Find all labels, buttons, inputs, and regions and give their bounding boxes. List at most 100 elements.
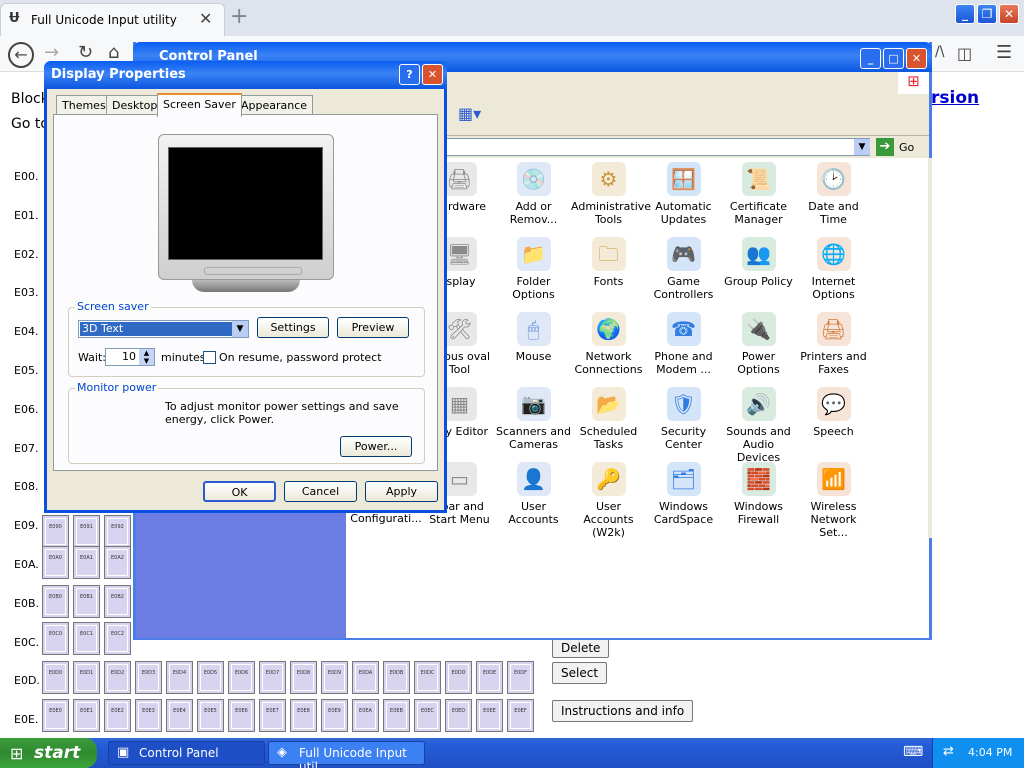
unicode-cell[interactable]: E0DD: [445, 661, 472, 694]
unicode-cell[interactable]: E0DF: [507, 661, 534, 694]
delete-button[interactable]: Delete: [552, 638, 610, 658]
cp-item[interactable]: 🪟 Automatic Updates: [646, 162, 721, 226]
cp-item[interactable]: 🧱 Windows Firewall: [721, 462, 796, 526]
cp-item[interactable]: ⚙ Administrative Tools: [571, 162, 651, 226]
unicode-cell[interactable]: E0D5: [197, 661, 224, 694]
cp-item[interactable]: 🖱 Mouse: [496, 312, 571, 363]
unicode-cell[interactable]: E0A1: [73, 546, 100, 579]
unicode-cell[interactable]: E0D0: [42, 661, 69, 694]
forward-icon[interactable]: →: [44, 42, 59, 63]
cp-item[interactable]: 🔌 Power Options: [721, 312, 796, 376]
cp-item[interactable]: 💿 Add or Remov...: [496, 162, 571, 226]
screensaver-select[interactable]: 3D Text ▼: [78, 320, 249, 338]
cp-item[interactable]: 💬 Speech: [796, 387, 871, 438]
reload-icon[interactable]: ↻: [78, 42, 93, 63]
minimize-icon[interactable]: _: [955, 4, 975, 24]
cp-close-icon[interactable]: ✕: [906, 48, 927, 69]
taskbar-unicode-utility[interactable]: ◈ Full Unicode Input util...: [268, 741, 425, 774]
unicode-cell[interactable]: E0D9: [321, 661, 348, 694]
cp-item[interactable]: 🎮 Game Controllers: [646, 237, 721, 301]
preview-button[interactable]: Preview: [337, 317, 409, 338]
cp-item[interactable]: 🕑 Date and Time: [796, 162, 871, 226]
select-button[interactable]: Select: [552, 662, 608, 684]
tab-appearance[interactable]: Appearance: [235, 95, 314, 115]
views-icon[interactable]: ▦▾: [458, 104, 481, 123]
tab-screen-saver[interactable]: Screen Saver: [157, 93, 242, 117]
unicode-cell[interactable]: E0E1: [73, 699, 100, 732]
unicode-cell[interactable]: E0D1: [73, 661, 100, 694]
sidebar-icon[interactable]: ◫: [957, 44, 972, 63]
cp-item[interactable]: 📂 Scheduled Tasks: [571, 387, 646, 451]
help-icon[interactable]: ?: [399, 64, 420, 85]
unicode-cell[interactable]: E0B0: [42, 585, 69, 618]
menu-icon[interactable]: ☰: [996, 42, 1012, 63]
unicode-cell[interactable]: E0C0: [42, 622, 69, 655]
unicode-cell[interactable]: E0E8: [290, 699, 317, 732]
cp-item[interactable]: 🗀 Fonts: [571, 237, 646, 288]
cp-item[interactable]: 🔑 User Accounts (W2k): [571, 462, 646, 539]
cp-item[interactable]: 📶 Wireless Network Set...: [796, 462, 871, 539]
browser-tab[interactable]: Ʉ Full Unicode Input utility ✕: [0, 3, 225, 36]
unicode-cell[interactable]: E0DE: [476, 661, 503, 694]
cp-item[interactable]: 📁 Folder Options: [496, 237, 571, 301]
unicode-cell[interactable]: E0DA: [352, 661, 379, 694]
tab-themes[interactable]: Themes: [56, 95, 112, 115]
tab-close-icon[interactable]: ✕: [199, 9, 212, 28]
home-icon[interactable]: ⌂: [108, 42, 119, 63]
keyboard-icon[interactable]: ⌨: [903, 744, 923, 760]
tab-desktop[interactable]: Desktop: [106, 95, 164, 115]
unicode-cell[interactable]: E090: [42, 515, 69, 548]
cp-item[interactable]: ☎ Phone and Modem ...: [646, 312, 721, 376]
unicode-cell[interactable]: E0D4: [166, 661, 193, 694]
cp-item[interactable]: 🌐 Internet Options: [796, 237, 871, 301]
unicode-cell[interactable]: E0A0: [42, 546, 69, 579]
unicode-cell[interactable]: E0B2: [104, 585, 131, 618]
cp-item[interactable]: 📜 Certificate Manager: [721, 162, 796, 226]
cp-item[interactable]: 🗂 Windows CardSpace: [646, 462, 721, 526]
unicode-cell[interactable]: E0E4: [166, 699, 193, 732]
unicode-cell[interactable]: E0EC: [414, 699, 441, 732]
unicode-cell[interactable]: E0A2: [104, 546, 131, 579]
back-icon[interactable]: ←: [8, 42, 34, 68]
new-tab-icon[interactable]: +: [230, 4, 248, 29]
unicode-cell[interactable]: E0EA: [352, 699, 379, 732]
start-button[interactable]: ⊞ start: [0, 738, 97, 768]
ok-button[interactable]: OK: [203, 481, 276, 502]
wait-spinner-icon[interactable]: ▲ ▼: [139, 349, 154, 365]
unicode-cell[interactable]: E0C2: [104, 622, 131, 655]
unicode-cell[interactable]: E0E2: [104, 699, 131, 732]
cp-item-partial[interactable]: Configurati...: [346, 512, 426, 525]
unicode-cell[interactable]: E0D3: [135, 661, 162, 694]
cancel-button[interactable]: Cancel: [284, 481, 357, 502]
cp-maximize-icon[interactable]: □: [883, 48, 904, 69]
cp-address-dropdown-icon[interactable]: ▼: [854, 139, 870, 155]
unicode-cell[interactable]: E0ED: [445, 699, 472, 732]
unicode-cell[interactable]: E0DC: [414, 661, 441, 694]
unicode-cell[interactable]: E0E3: [135, 699, 162, 732]
cp-item[interactable]: 🔊 Sounds and Audio Devices: [721, 387, 796, 464]
cp-minimize-icon[interactable]: _: [860, 48, 881, 69]
unicode-cell[interactable]: E0B1: [73, 585, 100, 618]
cp-item[interactable]: 👤 User Accounts: [496, 462, 571, 526]
dialog-titlebar[interactable]: Display Properties: [44, 61, 447, 89]
unicode-cell[interactable]: E0DB: [383, 661, 410, 694]
cp-item[interactable]: 🛡 Security Center: [646, 387, 721, 451]
unicode-cell[interactable]: E0EB: [383, 699, 410, 732]
go-label[interactable]: Go: [899, 141, 914, 154]
cp-item[interactable]: 👥 Group Policy: [721, 237, 796, 288]
unicode-cell[interactable]: E0D6: [228, 661, 255, 694]
go-arrow-icon[interactable]: ➔: [876, 138, 894, 156]
dropdown-arrow-icon[interactable]: ▼: [232, 321, 248, 337]
unicode-cell[interactable]: E0C1: [73, 622, 100, 655]
version-link[interactable]: rsion: [931, 88, 979, 108]
unicode-cell[interactable]: E092: [104, 515, 131, 548]
taskbar-control-panel[interactable]: ▣ Control Panel: [108, 741, 265, 765]
unicode-cell[interactable]: E0E7: [259, 699, 286, 732]
cp-item[interactable]: 🌍 Network Connections: [571, 312, 646, 376]
unicode-cell[interactable]: E0D7: [259, 661, 286, 694]
unicode-cell[interactable]: E0D2: [104, 661, 131, 694]
unicode-cell[interactable]: E0D8: [290, 661, 317, 694]
network-tray-icon[interactable]: ⇄: [943, 744, 954, 759]
cp-item[interactable]: 📷 Scanners and Cameras: [496, 387, 571, 451]
unicode-cell[interactable]: E0E5: [197, 699, 224, 732]
